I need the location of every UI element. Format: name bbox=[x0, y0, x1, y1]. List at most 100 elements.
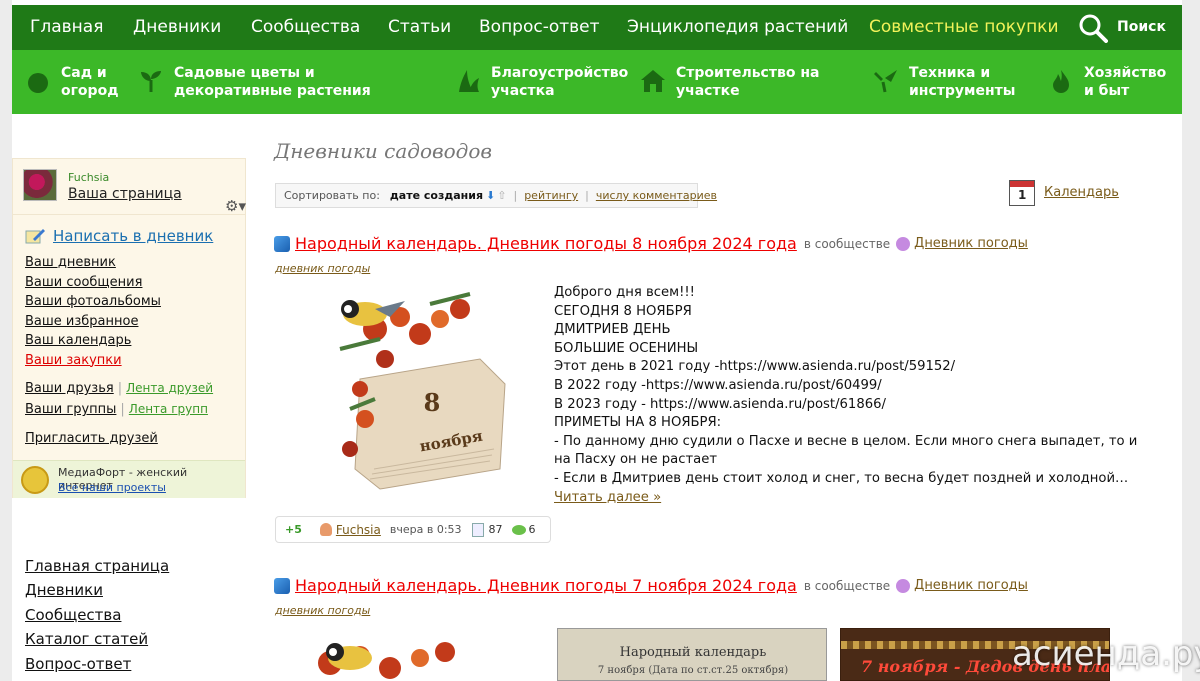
notepad-pencil-icon bbox=[25, 229, 45, 244]
nav-qa[interactable]: Вопрос-ответ bbox=[479, 17, 600, 37]
post-thumbnail[interactable]: Народный календарь 7 ноября (Дата по ст.… bbox=[557, 628, 827, 681]
friends-link[interactable]: Ваши друзья bbox=[25, 381, 114, 396]
gear-icon[interactable]: ⚙▾ bbox=[225, 197, 246, 215]
category-landscape[interactable]: Благоустройство участка bbox=[455, 64, 631, 100]
friends-groups: Ваши друзья | Лента друзей Ваши группы | Лен… bbox=[25, 378, 213, 420]
category-garden[interactable]: Сад и огород bbox=[25, 64, 123, 100]
views-icon bbox=[471, 522, 484, 537]
write-diary-row: Написать в дневник bbox=[25, 227, 213, 245]
sort-label: Сортировать по: bbox=[284, 189, 380, 202]
post-title-link[interactable]: Народный календарь. Дневник погоды 8 ноя… bbox=[295, 234, 797, 253]
tomato-icon bbox=[28, 73, 48, 93]
post-tag-link[interactable]: дневник погоды bbox=[275, 604, 370, 617]
footer-link-diaries[interactable]: Дневники bbox=[25, 578, 169, 602]
separator: | bbox=[120, 402, 125, 417]
category-tools[interactable]: Техника и инструменты bbox=[873, 64, 1029, 100]
sort-by-date[interactable]: дате создания bbox=[390, 189, 483, 202]
house-icon bbox=[641, 70, 665, 92]
calendar-link[interactable]: Календарь bbox=[1044, 185, 1119, 200]
sidebar-item-calendar[interactable]: Ваш календарь bbox=[25, 331, 161, 351]
category-label: Строительство на участке bbox=[676, 65, 820, 99]
nav-communities[interactable]: Сообщества bbox=[251, 17, 360, 37]
nav-plant-encyclopedia[interactable]: Энциклопедия растений bbox=[627, 17, 848, 37]
community-icon bbox=[896, 578, 911, 593]
sidebar-item-purchases[interactable]: Ваши закупки bbox=[25, 351, 161, 371]
sidebar-item-albums[interactable]: Ваши фотоальбомы bbox=[25, 292, 161, 312]
search-icon[interactable] bbox=[1078, 13, 1108, 43]
category-label: Садовые цветы и декоративные растения bbox=[174, 65, 371, 99]
community-link[interactable]: Дневник погоды bbox=[914, 236, 1028, 251]
groups-feed-link[interactable]: Лента групп bbox=[129, 402, 208, 416]
post-line: Доброго дня всем!!! bbox=[554, 285, 695, 300]
separator: | bbox=[585, 189, 589, 202]
sort-bar: Сортировать по: дате создания ⬇ ⇧ | рейт… bbox=[275, 183, 717, 208]
write-diary-link[interactable]: Написать в дневник bbox=[53, 227, 213, 245]
post-time: вчера в 0:53 bbox=[389, 523, 462, 536]
page-title: Дневники садоводов bbox=[274, 139, 493, 163]
sort-asc-arrow-icon[interactable]: ⇧ bbox=[497, 189, 506, 202]
search-button[interactable]: Поиск bbox=[1117, 19, 1166, 35]
groups-link[interactable]: Ваши группы bbox=[25, 402, 116, 417]
username[interactable]: Fuchsia bbox=[68, 171, 109, 184]
post-line: - Если в Дмитриев день стоит холод и сне… bbox=[554, 470, 1129, 486]
all-projects-link[interactable]: Все наши проекты bbox=[58, 481, 166, 494]
sidebar-item-favorites[interactable]: Ваше избранное bbox=[25, 312, 161, 332]
category-flowers[interactable]: Садовые цветы и декоративные растения bbox=[138, 64, 434, 100]
post-tag-link[interactable]: дневник погоды bbox=[275, 262, 370, 275]
nav-articles[interactable]: Статьи bbox=[388, 17, 451, 37]
post-line: БОЛЬШИЕ ОСЕНИНЫ bbox=[554, 340, 699, 356]
nav-diaries[interactable]: Дневники bbox=[133, 17, 221, 37]
user-icon bbox=[319, 523, 332, 536]
post-image[interactable]: 8 ноября bbox=[320, 289, 520, 491]
category-label: Хозяйство и быт bbox=[1084, 65, 1167, 99]
footer-link-qa[interactable]: Вопрос-ответ bbox=[25, 652, 169, 676]
calendar-icon[interactable]: 1 bbox=[1009, 180, 1035, 206]
fire-icon bbox=[1053, 70, 1069, 93]
comments-icon[interactable] bbox=[511, 524, 526, 535]
post-image-day: 8 bbox=[424, 388, 441, 417]
read-more-link[interactable]: Читать далее » bbox=[554, 490, 661, 505]
comments-count[interactable]: 6 bbox=[529, 523, 536, 536]
author-link[interactable]: Fuchsia bbox=[336, 523, 381, 537]
footer-link-communities[interactable]: Сообщества bbox=[25, 603, 169, 627]
views-count: 87 bbox=[488, 523, 503, 536]
nav-home[interactable]: Главная bbox=[30, 17, 103, 37]
sort-by-rating[interactable]: рейтингу bbox=[524, 189, 578, 202]
nav-group-purchases[interactable]: Совместные покупки bbox=[869, 17, 1059, 37]
invite-friends-link[interactable]: Пригласить друзей bbox=[25, 431, 158, 446]
category-label: Благоустройство участка bbox=[491, 65, 629, 99]
sidebar-item-diary[interactable]: Ваш дневник bbox=[25, 253, 161, 273]
footer-nav: Главная страница Дневники Сообщества Кат… bbox=[25, 554, 169, 676]
community-link[interactable]: Дневник погоды bbox=[914, 578, 1028, 593]
footer-link-home[interactable]: Главная страница bbox=[25, 554, 169, 578]
rating-value[interactable]: +5 bbox=[285, 523, 302, 536]
mediafort-logo-icon bbox=[21, 466, 49, 494]
category-construction[interactable]: Строительство на участке bbox=[640, 64, 826, 100]
avatar[interactable] bbox=[23, 169, 57, 201]
category-label: Техника и инструменты bbox=[909, 65, 1016, 99]
sprout-icon bbox=[141, 71, 161, 92]
site-watermark: асиенда.ру bbox=[1012, 634, 1200, 674]
separator: | bbox=[117, 381, 123, 396]
category-label: Сад и огород bbox=[61, 65, 119, 99]
post-title-link[interactable]: Народный календарь. Дневник погоды 7 ноя… bbox=[295, 576, 797, 595]
friends-feed-link[interactable]: Лента друзей bbox=[126, 381, 213, 395]
in-community-text: в сообществе bbox=[803, 578, 891, 593]
sidebar-item-messages[interactable]: Ваши сообщения bbox=[25, 273, 161, 293]
post-icon bbox=[274, 577, 290, 594]
tools-icon bbox=[874, 70, 897, 93]
separator: | bbox=[513, 189, 518, 202]
my-page-link[interactable]: Ваша страница bbox=[68, 186, 182, 202]
post-line: В 2022 году -https://www.asienda.ru/post… bbox=[554, 377, 882, 393]
post-line: СЕГОДНЯ 8 НОЯБРЯ bbox=[554, 303, 692, 319]
post-line: - По данному дню судили о Пасхе и весне … bbox=[554, 433, 1138, 468]
landscape-icon bbox=[459, 70, 479, 92]
page: Главная Дневники Сообщества Статьи Вопро… bbox=[12, 0, 1200, 681]
category-household[interactable]: Хозяйство и быт bbox=[1048, 64, 1174, 100]
footer-link-articles[interactable]: Каталог статей bbox=[25, 627, 169, 651]
post-thumbnail[interactable] bbox=[270, 628, 520, 681]
sort-desc-arrow-icon[interactable]: ⬇ bbox=[486, 189, 495, 202]
category-bar: Сад и огород Садовые цветы и декоративны… bbox=[12, 50, 1182, 114]
sort-by-comments[interactable]: числу комментариев bbox=[596, 189, 717, 202]
post-line: Этот день в 2021 году -https://www.asien… bbox=[554, 359, 956, 375]
